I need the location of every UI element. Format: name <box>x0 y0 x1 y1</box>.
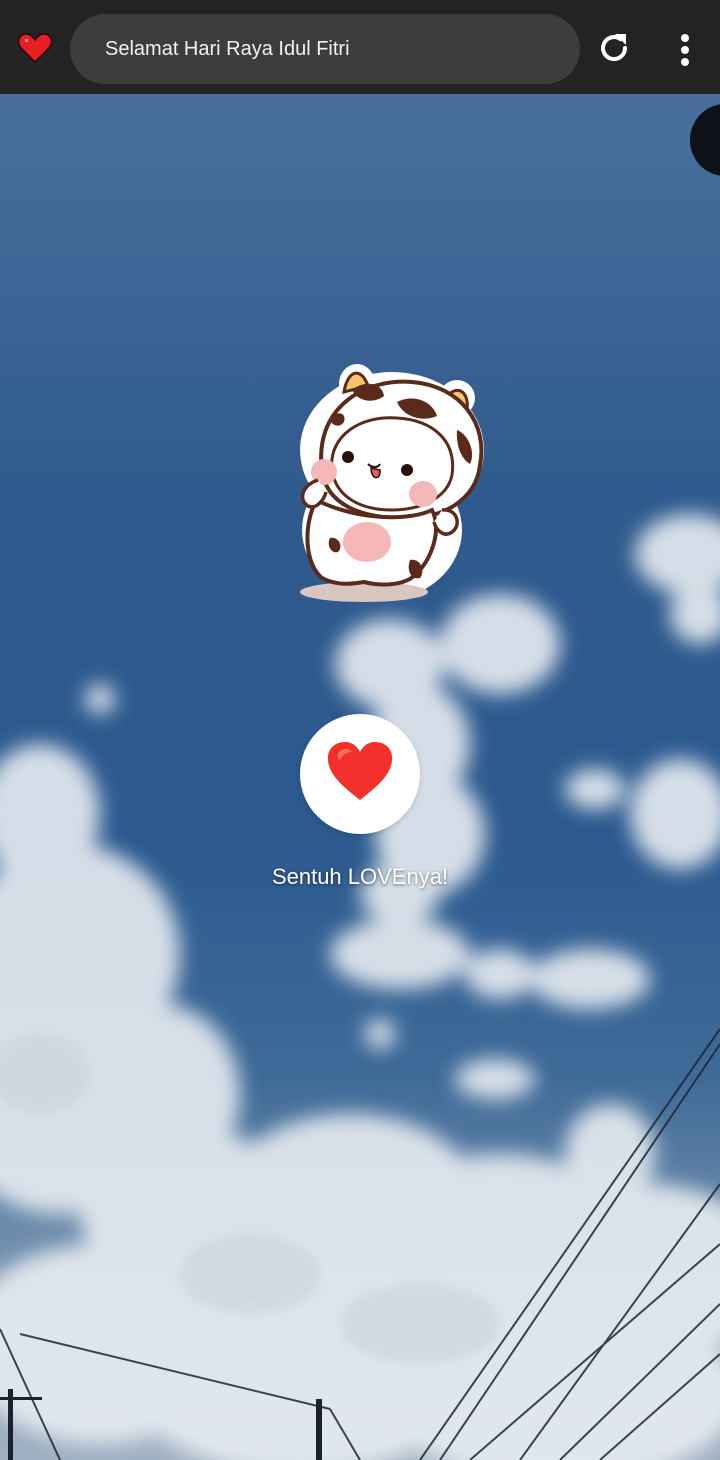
touch-instruction-label: Sentuh LOVEnya! <box>271 864 449 889</box>
love-button[interactable] <box>300 714 420 834</box>
red-heart-icon <box>327 742 393 800</box>
more-vertical-icon[interactable] <box>668 30 702 70</box>
browser-toolbar: Selamat Hari Raya Idul Fitri <box>0 0 720 94</box>
cow-costume-bear-sticker <box>300 364 484 602</box>
reload-icon[interactable] <box>594 28 634 68</box>
url-bar[interactable]: Selamat Hari Raya Idul Fitri <box>70 14 580 84</box>
screen: Selamat Hari Raya Idul Fitri Sentuh LOVE… <box>0 0 720 1460</box>
url-text: Selamat Hari Raya Idul Fitri <box>105 38 350 60</box>
heart-icon <box>18 33 52 64</box>
